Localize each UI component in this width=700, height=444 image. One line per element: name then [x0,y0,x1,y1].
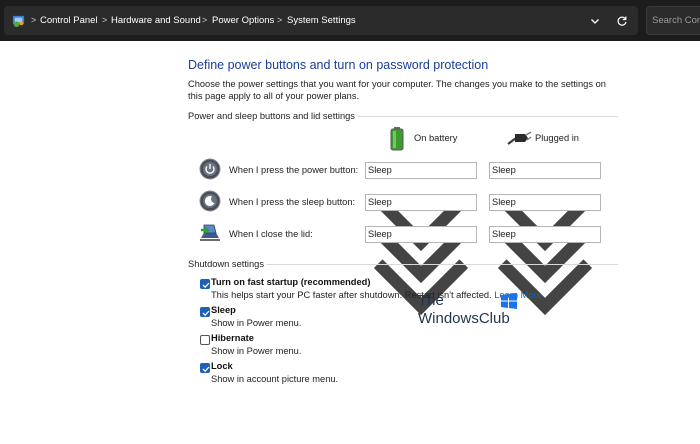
column-plugged-in: Plugged in [535,133,579,143]
close-lid-label: When I close the lid: [229,229,313,239]
selected-value: Sleep [492,197,516,207]
sleep-button-on-battery-select[interactable]: Sleep [365,194,477,284]
address-bar[interactable]: > Control Panel > Hardware and Sound > P… [4,6,638,35]
selected-value: Sleep [492,165,516,175]
lock-title[interactable]: Lock [211,361,233,371]
title-bar: > Control Panel > Hardware and Sound > P… [0,0,700,41]
sleep-button-label: When I press the sleep button: [229,197,356,207]
fast-startup-checkbox[interactable] [200,279,210,289]
fast-startup-title[interactable]: Turn on fast startup (recommended) [211,277,370,287]
lock-description: Show in account picture menu. [211,374,339,384]
column-on-battery: On battery [414,133,458,143]
selected-value: Sleep [492,229,516,239]
watermark-line2: WindowsClub [418,310,510,327]
battery-icon [390,127,404,151]
watermark: The WindowsClub [418,292,538,332]
page-description: Choose the power settings that you want … [188,79,606,101]
sleep-button-icon [199,190,221,212]
chevron-right-icon: > [102,15,108,25]
close-lid-plugged-in-select[interactable]: Sleep [489,226,601,316]
sleep-description: Show in Power menu. [211,318,302,328]
breadcrumb-hardware-and-sound[interactable]: Hardware and Sound [111,14,201,27]
windows-logo-icon [501,293,517,309]
sleep-checkbox[interactable] [200,307,210,317]
selected-value: Sleep [368,197,392,207]
selected-value: Sleep [368,165,392,175]
selected-value: Sleep [368,229,392,239]
power-button-label: When I press the power button: [229,165,359,175]
refresh-button[interactable] [607,6,636,35]
breadcrumb-power-options[interactable]: Power Options [212,14,274,27]
power-group-label: Power and sleep buttons and lid settings [188,111,358,121]
breadcrumb-control-panel[interactable]: Control Panel [40,14,98,27]
shutdown-group-label: Shutdown settings [188,259,267,269]
search-placeholder: Search Con [652,15,700,26]
chevron-right-icon: > [277,15,283,25]
close-lid-on-battery-select[interactable]: Sleep [365,226,477,316]
sleep-button-plugged-in-select[interactable]: Sleep [489,194,601,284]
breadcrumb-system-settings[interactable]: System Settings [287,14,356,27]
hibernate-title[interactable]: Hibernate [211,333,254,343]
history-dropdown-button[interactable] [580,6,609,35]
power-plug-icon [507,131,532,145]
checkmark-icon [202,282,210,289]
power-button-plugged-in-select[interactable]: Sleep [489,162,601,252]
refresh-icon [617,16,627,26]
search-box[interactable]: Search Con [646,6,700,35]
checkmark-icon [202,366,210,373]
chevron-down-icon [590,18,599,24]
chevron-right-icon: > [202,15,208,25]
hibernate-description: Show in Power menu. [211,346,302,356]
control-panel-icon [12,15,25,28]
power-button-on-battery-select[interactable]: Sleep [365,162,477,252]
chevron-right-icon: > [31,15,37,25]
power-button-icon [199,158,221,180]
laptop-lid-icon [200,224,220,241]
checkmark-icon [202,310,210,317]
hibernate-checkbox[interactable] [200,335,210,345]
sleep-title[interactable]: Sleep [211,305,236,315]
watermark-line1: The [418,292,444,309]
lock-checkbox[interactable] [200,363,210,373]
page-title: Define power buttons and turn on passwor… [188,58,489,72]
